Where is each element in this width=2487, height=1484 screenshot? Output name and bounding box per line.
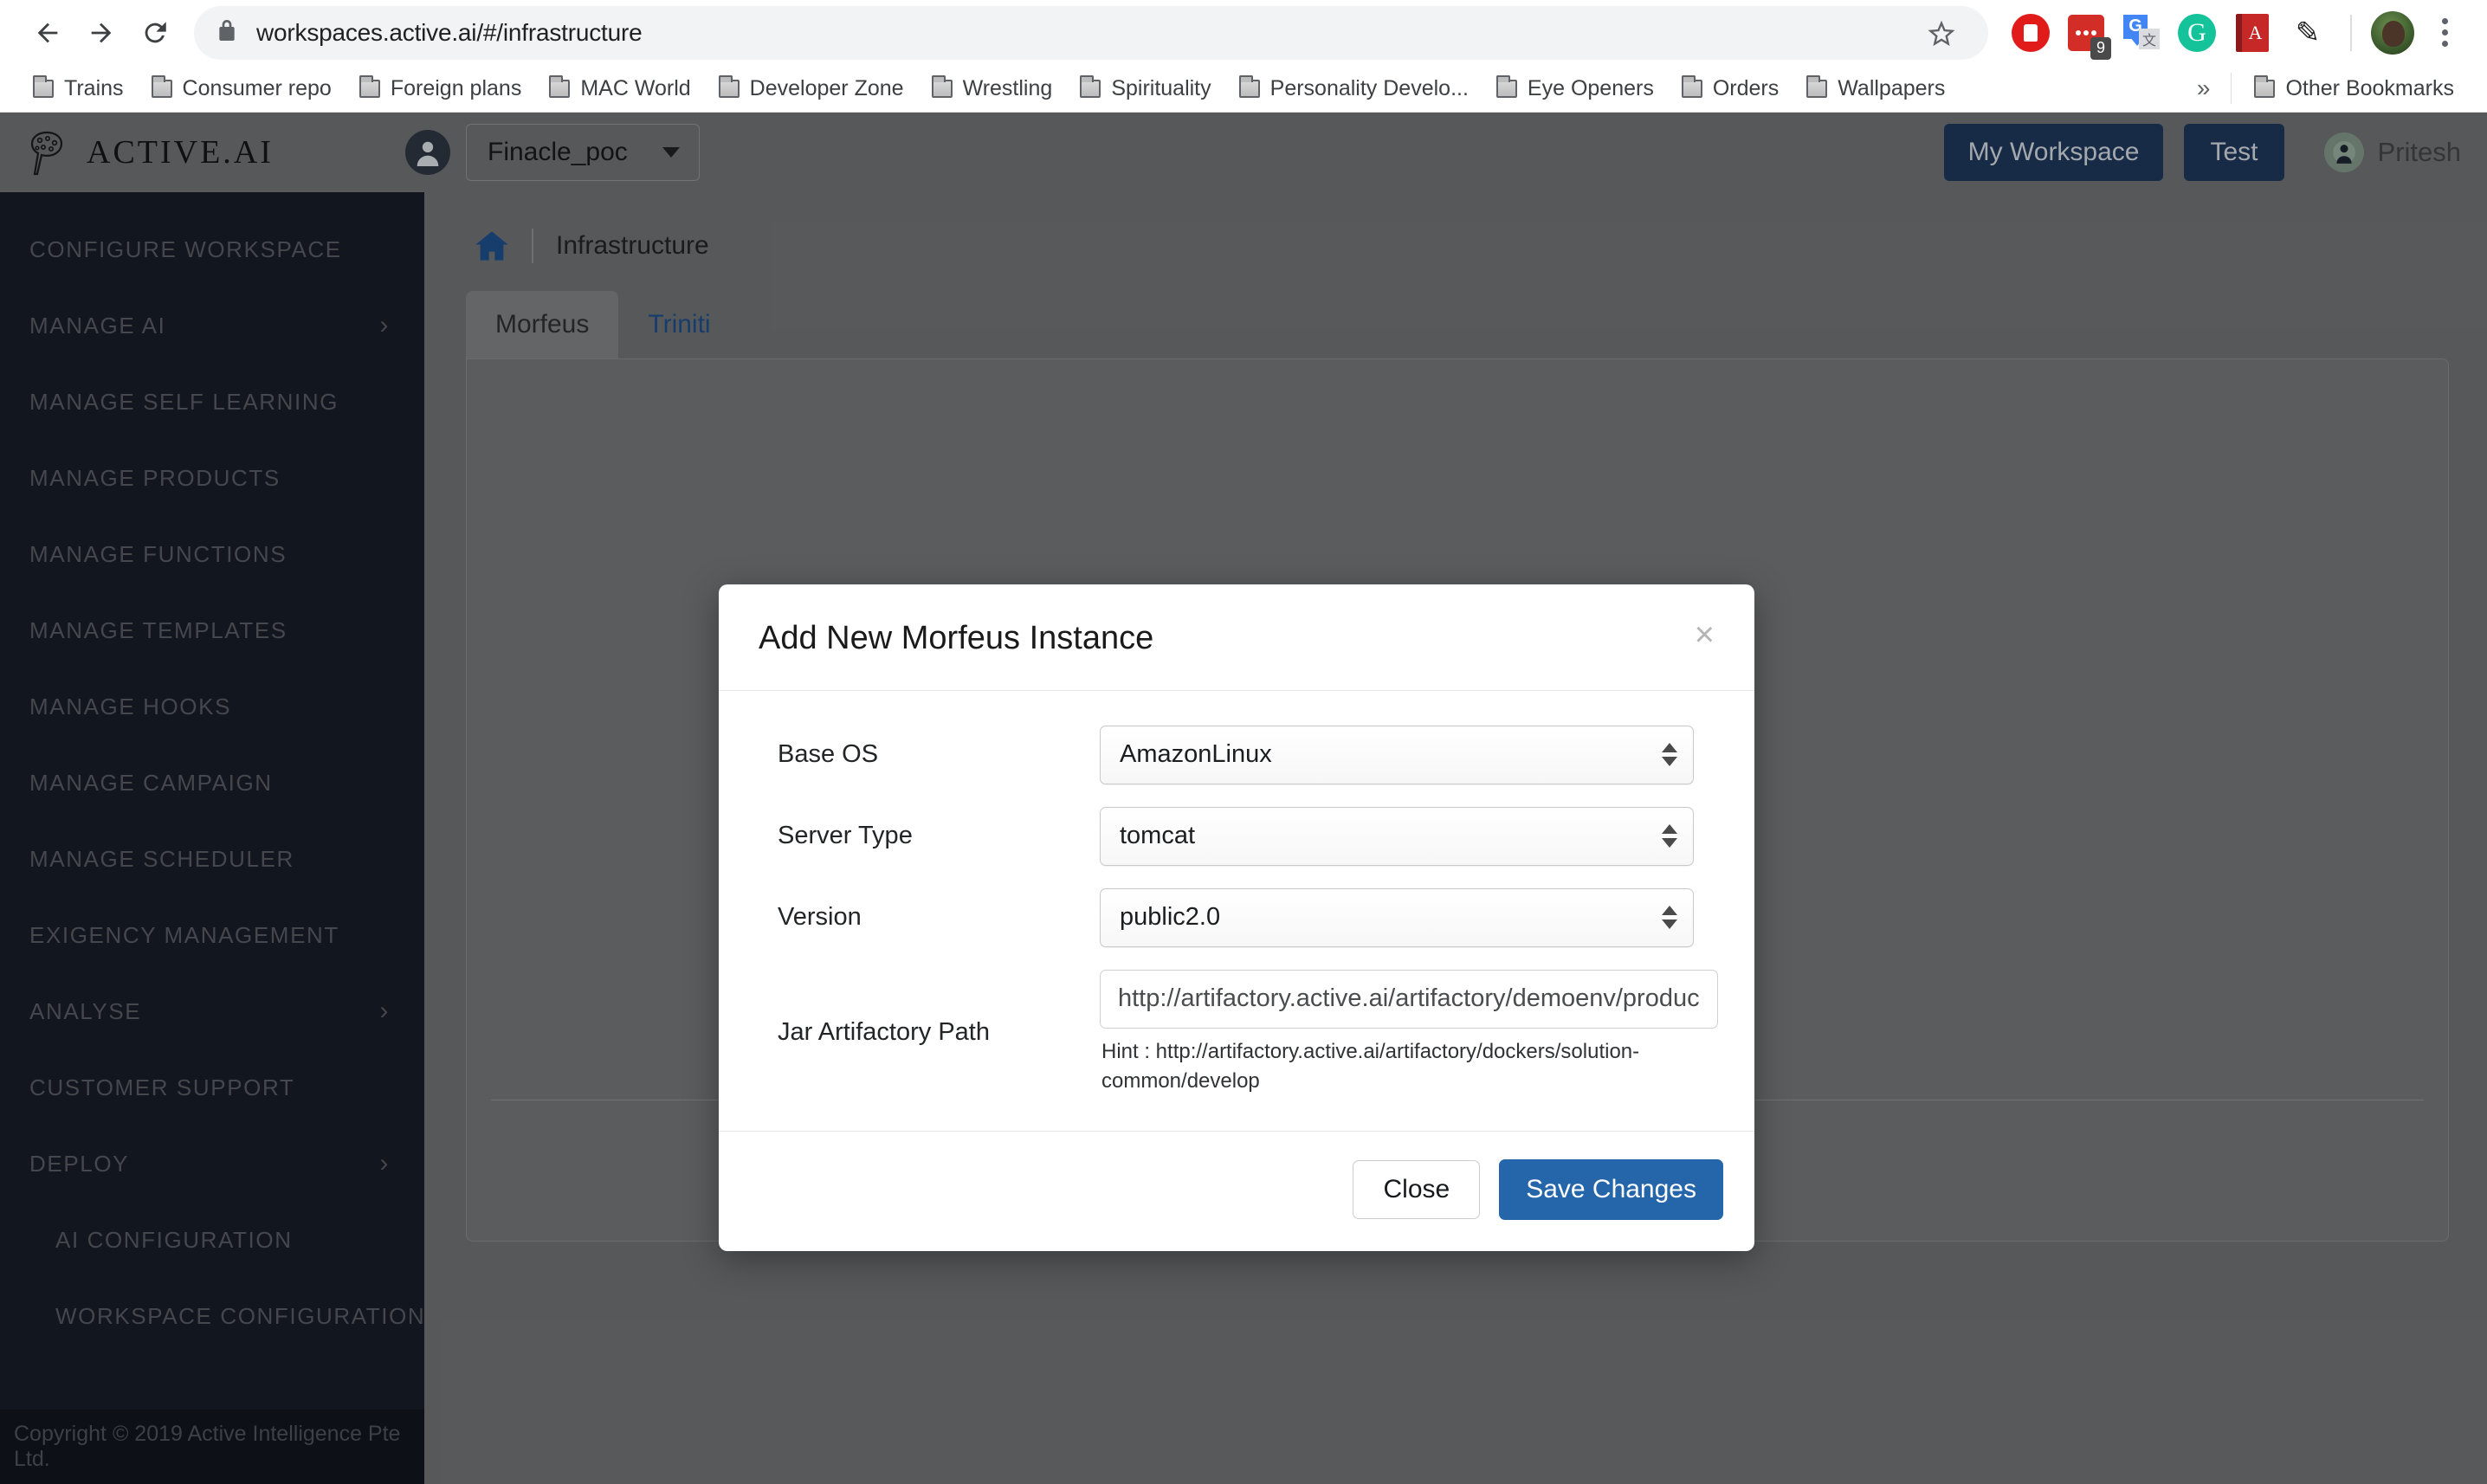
base-os-control: AmazonLinux	[1100, 725, 1720, 784]
modal-header: Add New Morfeus Instance ×	[719, 584, 1754, 691]
grammarly-glyph: G	[2178, 13, 2216, 52]
browser-chrome: workspaces.active.ai/#/infrastructure 9 …	[0, 0, 2487, 113]
modal-title: Add New Morfeus Instance	[759, 620, 1154, 656]
folder-icon	[549, 74, 571, 98]
bookmark-item[interactable]: Developer Zone	[705, 69, 918, 107]
application: ACTIVE.AI Finacle_poc My Workspace Test	[0, 113, 2487, 1484]
dictionary-glyph: A	[2236, 13, 2269, 52]
bookmark-item[interactable]: Consumer repo	[138, 69, 346, 107]
jar-artifactory-path-input[interactable]: http://artifactory.active.ai/artifactory…	[1100, 969, 1718, 1029]
folder-icon	[1681, 74, 1702, 98]
folder-icon	[1806, 74, 1828, 98]
folder-icon	[1238, 74, 1260, 98]
address-bar[interactable]: workspaces.active.ai/#/infrastructure	[194, 5, 1988, 60]
folder-icon	[1495, 74, 1517, 98]
adblock-icon[interactable]	[2007, 10, 2054, 56]
version-value: public2.0	[1120, 903, 1221, 932]
form-row-server-type: Server Type tomcat	[753, 806, 1720, 866]
jar-artifactory-path-hint: Hint : http://artifactory.active.ai/arti…	[1101, 1039, 1640, 1093]
lastpass-icon[interactable]: 9	[2063, 10, 2111, 60]
folder-icon	[931, 74, 953, 98]
modal-footer: Close Save Changes	[719, 1132, 1754, 1251]
reload-button[interactable]	[128, 6, 182, 60]
close-icon[interactable]: ×	[1695, 617, 1715, 652]
back-arrow-icon	[37, 23, 58, 42]
bookmark-label: Trains	[64, 75, 124, 100]
bookmark-item[interactable]: Trains	[19, 69, 138, 107]
bookmark-label: Orders	[1712, 75, 1780, 100]
spinner-arrows-icon	[1662, 906, 1677, 930]
dictionary-icon[interactable]: A	[2229, 10, 2276, 56]
version-select[interactable]: public2.0	[1100, 887, 1694, 947]
bookmark-item[interactable]: Personality Develo...	[1225, 69, 1483, 107]
profile-avatar[interactable]	[2371, 10, 2414, 55]
folder-icon	[1080, 74, 1101, 98]
version-control: public2.0	[1100, 887, 1720, 947]
bookmark-label: Spirituality	[1111, 75, 1211, 100]
version-label: Version	[778, 903, 862, 932]
bookmarks-divider	[2231, 73, 2232, 104]
bookmarks-bar: Trains Consumer repo Foreign plans MAC W…	[0, 65, 2487, 113]
lock-icon	[216, 17, 237, 48]
form-row-jar-artifactory-path: Jar Artifactory Path http://artifactory.…	[753, 969, 1720, 1096]
close-button[interactable]: Close	[1353, 1159, 1481, 1219]
bookmark-item[interactable]: Foreign plans	[346, 69, 535, 107]
folder-icon	[151, 74, 172, 98]
bookmark-label: Wallpapers	[1838, 75, 1946, 100]
reload-arrow-icon	[145, 21, 166, 42]
url-text: workspaces.active.ai/#/infrastructure	[256, 18, 643, 46]
bookmark-label: Foreign plans	[390, 75, 522, 100]
modal-body: Base OS AmazonLinux Server Type tomcat V…	[719, 691, 1754, 1132]
chrome-menu-icon[interactable]	[2423, 9, 2466, 57]
server-type-select[interactable]: tomcat	[1100, 806, 1694, 866]
bookmark-label: Consumer repo	[182, 75, 332, 100]
folder-icon	[718, 74, 740, 98]
jar-artifactory-path-control: http://artifactory.active.ai/artifactory…	[1100, 969, 1744, 1096]
forward-button[interactable]	[74, 6, 128, 60]
bookmark-label: Wrestling	[962, 75, 1053, 100]
bookmark-label: MAC World	[580, 75, 691, 100]
grammarly-icon[interactable]: G	[2174, 10, 2220, 56]
bookmark-item[interactable]: Spirituality	[1066, 69, 1224, 107]
bookmark-item[interactable]: Wrestling	[918, 69, 1067, 107]
bookmark-item[interactable]: MAC World	[535, 69, 704, 107]
folder-icon	[359, 74, 380, 98]
extension-icons: 9 G文 G A ✎	[1995, 9, 2466, 60]
save-changes-button[interactable]: Save Changes	[1499, 1158, 1723, 1220]
server-type-label: Server Type	[778, 822, 913, 850]
google-translate-icon[interactable]: G文	[2118, 10, 2165, 56]
folder-icon	[2254, 74, 2276, 98]
add-morfeus-instance-modal: Add New Morfeus Instance × Base OS Amazo…	[719, 584, 1754, 1251]
bookmark-label: Personality Develo...	[1269, 75, 1469, 100]
other-bookmarks-item[interactable]: Other Bookmarks	[2240, 69, 2468, 107]
bookmark-item[interactable]: Wallpapers	[1793, 69, 1959, 107]
form-row-base-os: Base OS AmazonLinux	[753, 725, 1720, 784]
back-button[interactable]	[21, 6, 74, 60]
pen-glyph: ✎	[2295, 16, 2321, 49]
toolbar-divider	[2350, 14, 2352, 51]
other-bookmarks-label: Other Bookmarks	[2285, 75, 2454, 100]
spinner-arrows-icon	[1662, 824, 1677, 848]
bookmark-item[interactable]: Eye Openers	[1483, 69, 1668, 107]
bookmarks-overflow-icon[interactable]: »	[2185, 74, 2223, 102]
lastpass-badge: 9	[2090, 37, 2111, 60]
forward-arrow-icon	[91, 23, 112, 42]
bookmark-label: Developer Zone	[749, 75, 904, 100]
bookmark-item[interactable]: Orders	[1668, 69, 1793, 107]
browser-toolbar: workspaces.active.ai/#/infrastructure 9 …	[0, 0, 2487, 65]
base-os-value: AmazonLinux	[1120, 740, 1272, 769]
form-row-version: Version public2.0	[753, 887, 1720, 947]
spinner-arrows-icon	[1662, 743, 1677, 767]
pen-icon[interactable]: ✎	[2284, 10, 2331, 56]
folder-icon	[33, 74, 54, 98]
server-type-value: tomcat	[1120, 822, 1196, 850]
bookmark-star-icon[interactable]	[1917, 9, 1966, 57]
bookmark-label: Eye Openers	[1527, 75, 1654, 100]
server-type-control: tomcat	[1100, 806, 1720, 866]
base-os-label: Base OS	[778, 740, 879, 769]
jar-artifactory-path-label: Jar Artifactory Path	[778, 1018, 990, 1047]
base-os-select[interactable]: AmazonLinux	[1100, 725, 1694, 784]
